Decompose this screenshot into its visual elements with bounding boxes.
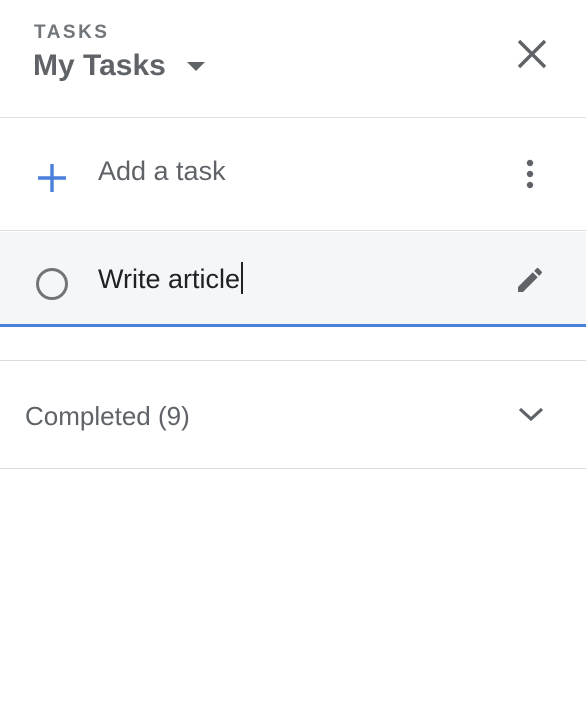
circle-outline-icon[interactable]	[35, 267, 68, 300]
add-task-button[interactable]: Add a task	[0, 118, 480, 230]
completed-section-toggle[interactable]: Completed (9)	[0, 360, 586, 469]
edit-task-button[interactable]	[506, 256, 554, 304]
add-task-row: Add a task	[0, 118, 586, 231]
plus-icon	[36, 162, 68, 194]
more-vert-icon	[525, 159, 535, 189]
task-title-input[interactable]: Write article	[98, 262, 478, 298]
more-options-button[interactable]	[508, 152, 552, 196]
chevron-down-icon	[514, 397, 548, 431]
panel-header: TASKS My Tasks	[0, 0, 586, 118]
add-task-label: Add a task	[98, 156, 226, 186]
task-title-text: Write article	[98, 264, 241, 294]
list-title: My Tasks	[33, 49, 166, 82]
arrow-drop-down-icon	[184, 54, 208, 78]
completed-label: Completed (9)	[25, 401, 190, 431]
tasks-panel: TASKS My Tasks Add a task Write article …	[0, 0, 586, 708]
app-label: TASKS	[34, 22, 110, 43]
close-icon	[516, 38, 548, 70]
list-selector[interactable]: My Tasks	[33, 46, 208, 86]
text-cursor	[241, 262, 244, 294]
task-item: Write article	[0, 232, 586, 327]
pencil-icon	[514, 264, 546, 296]
close-button[interactable]	[508, 30, 556, 78]
